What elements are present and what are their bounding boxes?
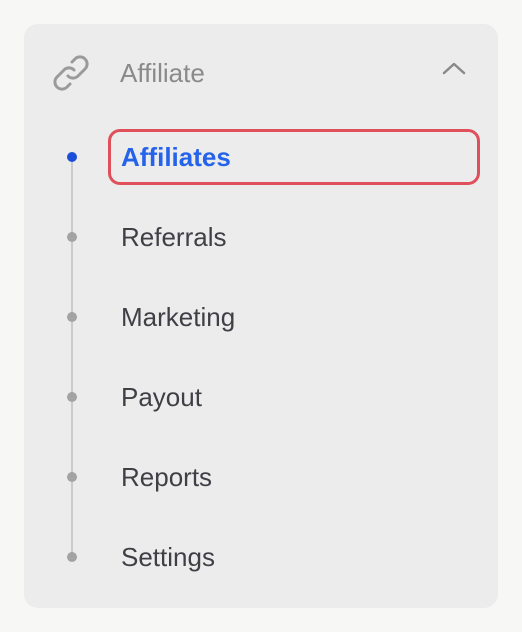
menu-item-payout[interactable]: Payout [24,367,498,427]
bullet [67,472,77,482]
menu-group-title: Affiliate [120,58,205,88]
menu-item-label: Settings [121,542,215,572]
menu-item-label: Affiliates [121,142,231,172]
bullet [67,232,77,242]
chevron-up-icon[interactable] [440,58,468,78]
menu-group-header-affiliate[interactable]: Affiliate [24,24,498,120]
link-icon [48,50,94,96]
menu-item-marketing[interactable]: Marketing [24,287,498,347]
active-bullet [67,152,77,162]
bullet [67,312,77,322]
menu-item-affiliates[interactable]: Affiliates [24,127,498,187]
menu-item-label: Referrals [121,222,227,252]
sidebar-menu-panel: Affiliate Affiliates Referrals Marketing… [24,24,498,608]
bullet [67,552,77,562]
menu-item-referrals[interactable]: Referrals [24,207,498,267]
menu-item-label: Marketing [121,302,236,332]
menu-item-label: Payout [121,382,202,412]
menu-item-label: Reports [121,462,213,492]
menu-item-settings[interactable]: Settings [24,527,498,587]
bullet [67,392,77,402]
menu-item-reports[interactable]: Reports [24,447,498,507]
